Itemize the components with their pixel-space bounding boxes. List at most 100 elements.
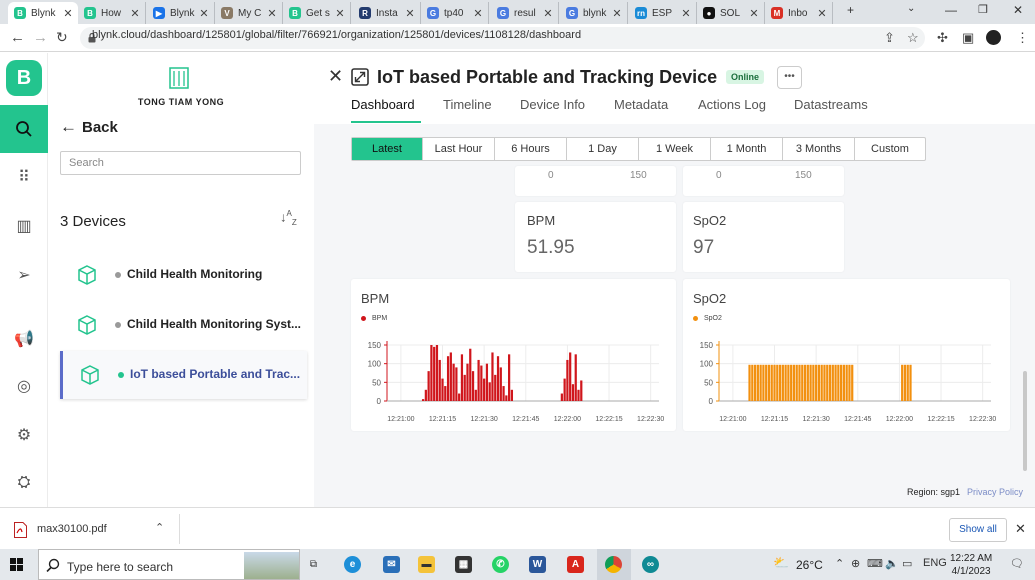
acrobat-icon[interactable]: A — [567, 556, 584, 573]
windows-start-icon[interactable] — [10, 558, 23, 571]
browser-tab[interactable]: R Insta ✕ — [353, 2, 421, 24]
weather-cloud-icon[interactable]: ⛅ — [773, 555, 789, 571]
rail-search-button[interactable] — [0, 105, 48, 153]
tab-timeline[interactable]: Timeline — [443, 97, 492, 112]
tab-dashboard[interactable]: Dashboard — [351, 97, 415, 112]
range-6-hours[interactable]: 6 Hours — [495, 138, 567, 160]
device-list-item[interactable]: IoT based Portable and Trac... — [60, 351, 307, 399]
tab-close-icon[interactable]: ✕ — [815, 7, 829, 20]
range-3-months[interactable]: 3 Months — [783, 138, 855, 160]
show-all-downloads-button[interactable]: Show all — [949, 518, 1007, 542]
store-icon[interactable]: ▦ — [455, 556, 472, 573]
browser-tab[interactable]: B Blynk ✕ — [8, 2, 78, 24]
chart-bar — [776, 364, 779, 401]
tab-close-icon[interactable]: ✕ — [128, 7, 142, 20]
whatsapp-icon[interactable]: ✆ — [492, 556, 509, 573]
browser-tab[interactable]: rn ESP ✕ — [629, 2, 697, 24]
tab-search-chevron-icon[interactable]: ⌄ — [907, 3, 915, 14]
browser-tab[interactable]: B How ✕ — [78, 2, 146, 24]
minimize-button[interactable]: — — [945, 3, 957, 17]
chrome-icon[interactable] — [605, 556, 622, 573]
mail-icon[interactable]: ✉ — [383, 556, 400, 573]
forward-arrow-icon[interactable]: → — [33, 29, 48, 46]
device-list-item[interactable]: Child Health Monitoring Syst... — [60, 301, 307, 349]
tab-device-info[interactable]: Device Info — [520, 97, 585, 112]
back-arrow-icon[interactable]: ← — [10, 29, 25, 46]
range-last-hour[interactable]: Last Hour — [423, 138, 495, 160]
notifications-icon[interactable]: 🗨 — [1010, 557, 1024, 570]
window-close-button[interactable]: ✕ — [1013, 3, 1023, 17]
building-icon[interactable]: ▥ — [0, 216, 48, 236]
tab-close-icon[interactable]: ✕ — [197, 7, 211, 20]
tray-chevron-icon[interactable]: ⌃ — [835, 557, 844, 570]
download-options-chevron-icon[interactable]: ⌃ — [155, 521, 164, 534]
task-view-icon[interactable]: ⧉ — [305, 556, 322, 573]
tab-metadata[interactable]: Metadata — [614, 97, 668, 112]
restore-button[interactable]: ❐ — [978, 3, 988, 16]
browser-tab[interactable]: ▶ Blynk ✕ — [147, 2, 215, 24]
volume-icon[interactable]: 🔈 — [885, 557, 899, 570]
extensions-puzzle-icon[interactable]: ✣ — [937, 30, 948, 46]
grid-apps-icon[interactable]: ⠿ — [0, 167, 48, 187]
battery-icon[interactable]: ▭ — [902, 557, 912, 570]
browser-tab[interactable]: ● SOL ✕ — [697, 2, 765, 24]
range-custom[interactable]: Custom — [855, 138, 925, 160]
tab-close-icon[interactable]: ✕ — [403, 7, 417, 20]
back-button[interactable]: ← Back — [60, 117, 118, 137]
settings-gear-icon[interactable]: ⚙ — [0, 425, 48, 445]
user-account-icon[interactable]: ⛭ — [0, 474, 48, 492]
browser-menu-icon[interactable]: ⋮ — [1016, 30, 1029, 46]
range-1-month[interactable]: 1 Month — [711, 138, 783, 160]
system-clock[interactable]: 12:22 AM 4/1/2023 — [950, 552, 992, 578]
reload-icon[interactable]: ↻ — [56, 29, 68, 46]
browser-tab[interactable]: Gresul ✕ — [491, 2, 559, 24]
tab-datastreams[interactable]: Datastreams — [794, 97, 868, 112]
keyboard-icon[interactable]: ⌨ — [867, 557, 883, 570]
arduino-icon[interactable]: ∞ — [642, 556, 659, 573]
word-icon[interactable]: W — [529, 556, 546, 573]
more-options-button[interactable]: ••• — [777, 66, 802, 89]
bookmark-star-icon[interactable]: ☆ — [907, 30, 919, 46]
tab-close-icon[interactable]: ✕ — [679, 7, 693, 20]
tab-close-icon[interactable]: ✕ — [747, 7, 761, 20]
close-download-bar-icon[interactable]: ✕ — [1015, 521, 1026, 537]
tab-close-icon[interactable]: ✕ — [471, 7, 485, 20]
file-explorer-icon[interactable]: ▬ — [418, 556, 435, 573]
network-icon[interactable]: ⊕ — [851, 557, 860, 570]
browser-tab[interactable]: Gblynk ✕ — [560, 2, 628, 24]
tab-close-icon[interactable]: ✕ — [610, 7, 624, 20]
blynk-logo[interactable]: B — [6, 60, 42, 96]
language-indicator[interactable]: ENG — [923, 557, 947, 569]
side-panel-icon[interactable]: ▣ — [962, 30, 974, 46]
browser-tab[interactable]: V My C ✕ — [215, 2, 283, 24]
edge-browser-icon[interactable]: e — [344, 556, 361, 573]
browser-tab[interactable]: B Get s ✕ — [283, 2, 351, 24]
taskbar-search-box[interactable]: Type here to search — [38, 549, 300, 580]
sort-az-icon[interactable]: ↓AZ — [280, 209, 297, 227]
tab-close-icon[interactable]: ✕ — [265, 7, 279, 20]
browser-tab[interactable]: M Inbo ✕ — [765, 2, 833, 24]
weather-temperature[interactable]: 26°C — [796, 558, 823, 572]
privacy-policy-link[interactable]: Privacy Policy — [967, 487, 1023, 497]
new-tab-button[interactable]: + — [847, 3, 854, 17]
browser-tab[interactable]: Gtp40 ✕ — [421, 2, 489, 24]
range-1-day[interactable]: 1 Day — [567, 138, 639, 160]
share-icon[interactable]: ⇪ — [884, 30, 895, 46]
range-1-week[interactable]: 1 Week — [639, 138, 711, 160]
support-lifebuoy-icon[interactable]: ◎ — [0, 376, 48, 396]
download-filename[interactable]: max30100.pdf — [37, 523, 107, 535]
device-search-input[interactable] — [60, 151, 301, 175]
profile-avatar[interactable] — [986, 30, 1001, 45]
tab-close-icon[interactable]: ✕ — [61, 7, 75, 20]
expand-fullscreen-icon[interactable] — [351, 68, 369, 86]
close-device-icon[interactable]: ✕ — [328, 66, 343, 87]
send-plane-icon[interactable]: ➢ — [0, 265, 48, 285]
tab-actions-log[interactable]: Actions Log — [698, 97, 766, 112]
scrollbar-thumb[interactable] — [1023, 371, 1027, 471]
device-list-item[interactable]: Child Health Monitoring — [60, 251, 307, 299]
url-text[interactable]: blynk.cloud/dashboard/125801/global/filt… — [92, 28, 581, 42]
megaphone-icon[interactable]: 📢 — [0, 329, 48, 349]
tab-close-icon[interactable]: ✕ — [333, 7, 347, 20]
range-latest[interactable]: Latest — [352, 138, 423, 160]
tab-close-icon[interactable]: ✕ — [541, 7, 555, 20]
